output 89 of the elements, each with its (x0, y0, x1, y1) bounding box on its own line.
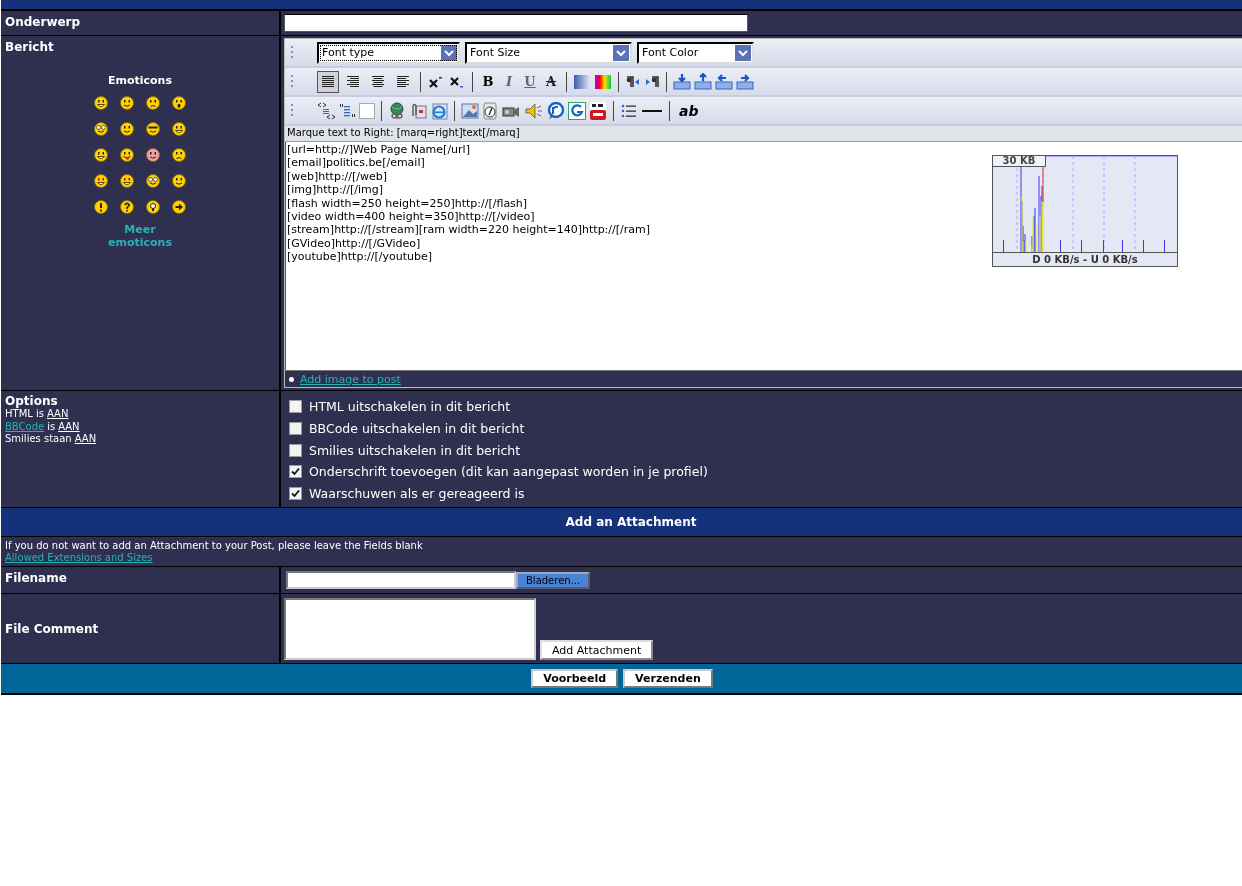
smiley-icon[interactable] (172, 122, 186, 136)
grip-icon[interactable] (291, 73, 294, 90)
speaker-icon[interactable] (524, 101, 544, 120)
insert-icon[interactable] (694, 72, 712, 91)
smiley-icon[interactable] (146, 122, 160, 136)
emoticons-title: Emoticons (108, 74, 172, 87)
message-label: Bericht (5, 40, 55, 54)
youtube-icon[interactable] (589, 100, 607, 121)
speed-reading: D 0 KB/s - U 0 KB/s (993, 252, 1177, 266)
file-comment-field[interactable] (284, 598, 536, 661)
smiley-icon[interactable] (120, 148, 134, 162)
subject-label: Onderwerp (5, 15, 81, 29)
bullet-icon (289, 376, 294, 382)
browser-icon[interactable] (430, 101, 448, 120)
smiley-icon[interactable] (172, 174, 186, 188)
grip-icon[interactable] (291, 44, 294, 61)
font-select[interactable]: Font type (317, 41, 460, 64)
insert-icon[interactable] (715, 72, 733, 91)
section-title: Add an Attachment (565, 515, 697, 530)
smiley-icon[interactable] (146, 174, 160, 188)
checkbox-label: BBCode uitschakelen in dit bericht (309, 421, 525, 437)
checkbox-label: Smilies uitschakelen in dit bericht (309, 442, 521, 458)
left-to-right-icon[interactable] (625, 73, 641, 90)
smiley-icon[interactable] (94, 174, 108, 188)
marquee-hint: Marque text to Right: [marq=right]text[/marq] (285, 126, 1242, 142)
file-comment-label: File Comment (5, 621, 99, 636)
bbcode-link[interactable]: BBCode (5, 420, 45, 433)
checkbox[interactable] (289, 422, 302, 436)
more-emoticons-link[interactable]: Meer emoticons (100, 223, 180, 249)
status-value-link[interactable]: AAN (47, 408, 69, 421)
smiley-icon[interactable] (94, 122, 108, 136)
question-icon[interactable] (120, 200, 134, 214)
checkbox[interactable] (289, 465, 302, 479)
right-to-left-icon[interactable] (644, 73, 660, 90)
smiley-icon[interactable] (94, 96, 108, 110)
image-icon[interactable] (461, 101, 479, 120)
exclamation-icon[interactable] (94, 200, 108, 214)
g-logo-icon[interactable] (568, 101, 586, 120)
smiley-icon[interactable] (120, 122, 134, 136)
spellcheck-button[interactable]: ab (679, 102, 699, 119)
smiley-icon[interactable] (146, 148, 160, 162)
code-icon[interactable] (317, 101, 335, 120)
color-palette-icon[interactable] (594, 72, 612, 91)
allowed-extensions-link[interactable]: Allowed Extensions and Sizes (5, 552, 1242, 565)
attachment-icon[interactable] (409, 101, 427, 120)
status-value-link[interactable]: AAN (58, 420, 80, 433)
filename-label: Filename (5, 571, 67, 586)
status-text: HTML is (5, 408, 44, 421)
arrow-icon[interactable] (172, 200, 186, 214)
font-select[interactable]: Font Color (637, 41, 754, 64)
status-value-link[interactable]: AAN (74, 433, 97, 446)
quote-icon[interactable] (338, 101, 356, 120)
align-icon[interactable] (317, 70, 339, 93)
smiley-icon[interactable] (172, 96, 186, 110)
checkbox-label: Waarschuwen als er gereageerd is (309, 486, 525, 502)
grip-icon[interactable] (291, 102, 294, 119)
status-text: is (47, 420, 56, 433)
add-attachment-button[interactable]: Add Attachment (540, 640, 654, 661)
smiley-icon[interactable] (146, 96, 160, 110)
smiley-icon[interactable] (120, 174, 134, 188)
options-title: Options (5, 395, 59, 408)
real-player-icon[interactable] (547, 101, 565, 120)
lightbulb-icon[interactable] (146, 200, 160, 214)
smiley-icon[interactable] (94, 148, 108, 162)
add-image-link[interactable]: Add image to post (300, 372, 401, 386)
globe-link-icon[interactable] (388, 101, 406, 120)
status-text: Smilies staan (5, 433, 72, 446)
insert-icon[interactable] (673, 72, 691, 91)
subject-field[interactable] (284, 14, 748, 32)
submit-button[interactable]: Voorbeeld (531, 669, 619, 689)
format-button[interactable]: A (542, 74, 560, 89)
checkbox-label: Onderschrift toevoegen (dit kan aangepast worden in je profiel) (309, 464, 708, 480)
smiley-icon[interactable] (172, 148, 186, 162)
format-button[interactable]: I (500, 74, 518, 89)
format-button[interactable]: B (479, 74, 497, 89)
compass-icon[interactable] (482, 101, 498, 120)
checkbox[interactable] (289, 400, 302, 414)
submit-button[interactable]: Verzenden (623, 669, 713, 689)
checkbox-label: HTML uitschakelen in dit bericht (309, 399, 511, 415)
format-button[interactable]: U (521, 74, 539, 89)
gradient-icon[interactable] (573, 72, 591, 91)
filename-field[interactable] (286, 571, 516, 590)
insert-icon[interactable] (736, 72, 754, 91)
checkbox[interactable] (289, 487, 302, 501)
smiley-icon[interactable] (120, 96, 134, 110)
attachment-note: If you do not want to add an Attachment to your Post, please leave the Fields blank (5, 540, 424, 553)
font-select[interactable]: Font Size (465, 41, 632, 64)
checkbox[interactable] (289, 443, 302, 457)
browse-button[interactable]: Bladeren... (516, 571, 591, 589)
